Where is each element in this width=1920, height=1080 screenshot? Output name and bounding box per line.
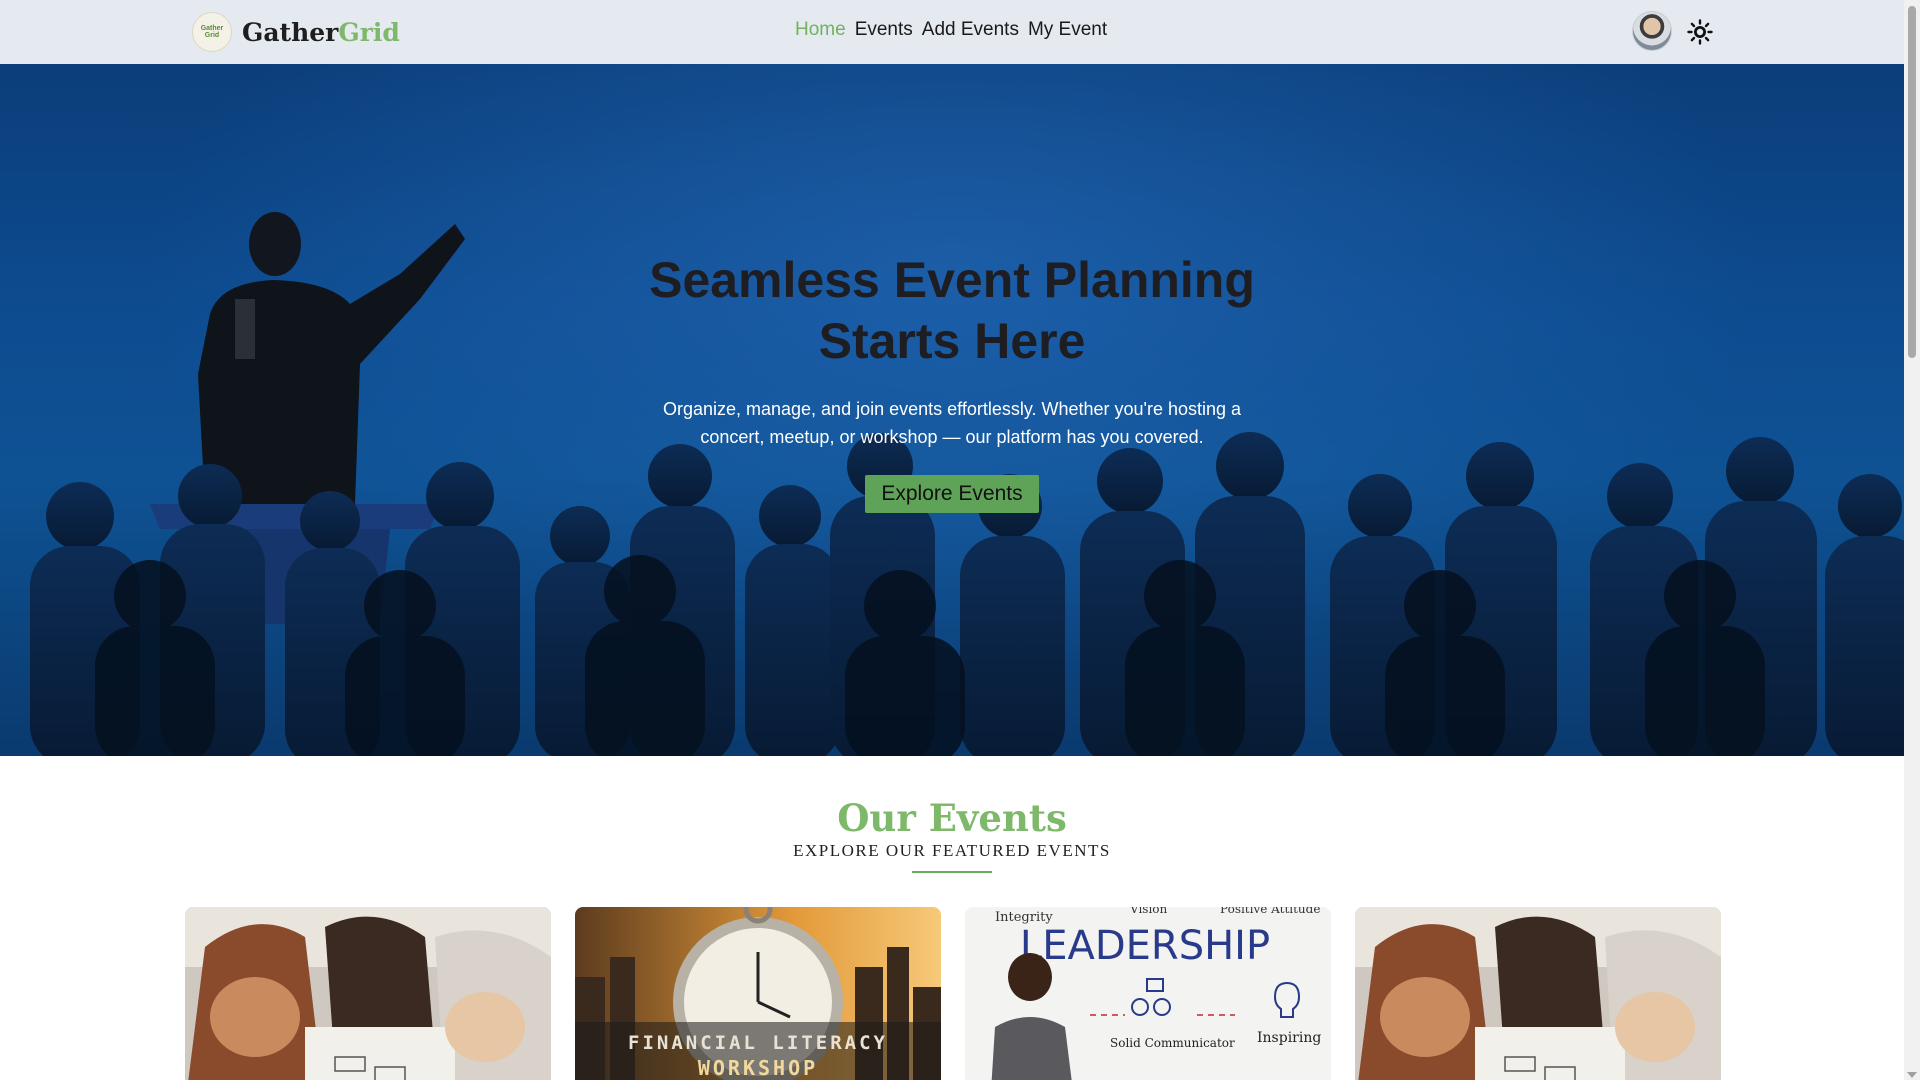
nav-my-event[interactable]: My Event	[1028, 19, 1107, 41]
scrollbar-thumb[interactable]	[1908, 6, 1916, 358]
card-3-word-6: Inspiring	[1257, 1030, 1321, 1046]
events-section-subtitle: EXPLORE OUR FEATURED EVENTS	[793, 841, 1111, 860]
card-3-word-4: LEADERSHIP	[1020, 923, 1270, 969]
event-card-1[interactable]	[185, 907, 551, 1080]
card-2-overlay-line1: FINANCIAL LITERACY	[628, 1032, 888, 1054]
card-3-word-5: Solid Communicator	[1110, 1036, 1235, 1050]
event-cards: FINANCIAL LITERACY WORKSHOP Integrity Vi…	[185, 907, 1721, 1080]
leadership-training-image: Integrity Vision Positive Attitude LEADE…	[965, 907, 1331, 1080]
user-avatar[interactable]	[1632, 11, 1672, 51]
theme-toggle-button[interactable]	[1686, 18, 1714, 46]
main-nav: Home Events Add Events My Event	[795, 19, 1107, 41]
section-divider	[912, 871, 992, 873]
nav-home[interactable]: Home	[795, 19, 846, 41]
events-section-title: Our Events	[837, 796, 1067, 840]
hero-content: Seamless Event Planning Starts Here Orga…	[0, 250, 1904, 513]
group-workshop-image	[1355, 907, 1721, 1080]
nav-events[interactable]: Events	[855, 19, 913, 41]
scroll-down-arrow-icon[interactable]	[1907, 1072, 1917, 1078]
page-scrollbar[interactable]	[1904, 0, 1920, 1080]
card-2-overlay-line2: WORKSHOP	[698, 1056, 818, 1080]
event-card-2[interactable]: FINANCIAL LITERACY WORKSHOP	[575, 907, 941, 1080]
brand-name: GatherGrid	[242, 18, 400, 47]
brand-logo: Gather Grid	[192, 12, 232, 52]
events-section-header: Our Events EXPLORE OUR FEATURED EVENTS	[0, 795, 1904, 873]
brand[interactable]: Gather Grid GatherGrid	[192, 12, 400, 52]
navbar: Gather Grid GatherGrid Home Events Add E…	[0, 0, 1904, 64]
sun-icon	[1687, 19, 1713, 45]
nav-add-events[interactable]: Add Events	[922, 19, 1019, 41]
card-3-word-2: Vision	[1129, 907, 1168, 916]
hero-subtitle: Organize, manage, and join events effort…	[662, 399, 1242, 447]
hero-title: Seamless Event Planning Starts Here	[649, 252, 1255, 369]
group-workshop-image	[185, 907, 551, 1080]
brand-name-part2: Grid	[338, 17, 400, 47]
brand-name-part1: Gather	[242, 17, 339, 47]
card-3-word-3: Positive Attitude	[1220, 907, 1320, 916]
financial-literacy-workshop-image: FINANCIAL LITERACY WORKSHOP	[575, 907, 941, 1080]
event-card-4[interactable]	[1355, 907, 1721, 1080]
hero-banner: Seamless Event Planning Starts Here Orga…	[0, 64, 1904, 756]
explore-events-button[interactable]: Explore Events	[865, 475, 1039, 513]
event-card-3[interactable]: Integrity Vision Positive Attitude LEADE…	[965, 907, 1331, 1080]
